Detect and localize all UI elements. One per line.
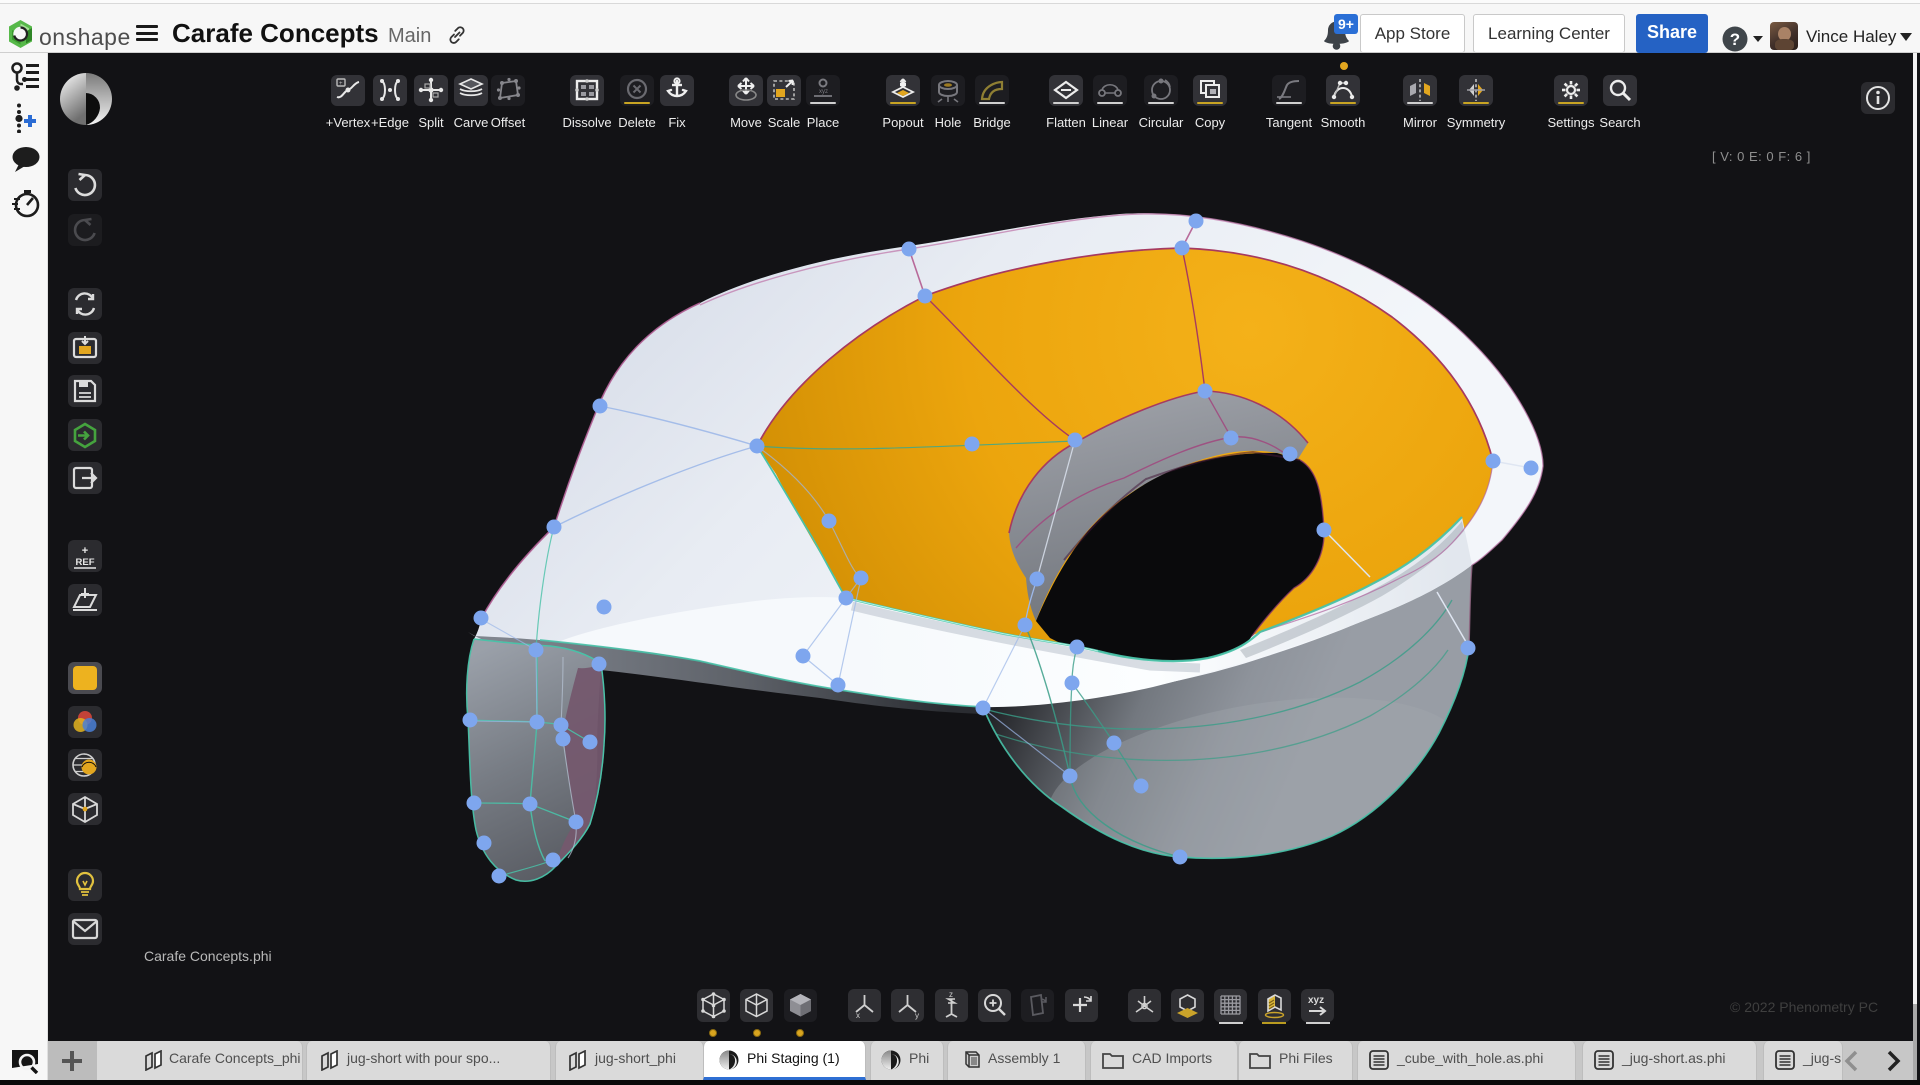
svg-text:z: z	[949, 991, 953, 999]
svg-text:y: y	[915, 1011, 919, 1020]
svg-text:REF: REF	[76, 557, 95, 568]
svg-text:9+: 9+	[1338, 16, 1354, 32]
svg-text:xyz: xyz	[1308, 995, 1324, 1006]
svg-text:+: +	[339, 81, 343, 87]
svg-text:xyz: xyz	[819, 89, 828, 95]
svg-text:x: x	[856, 1011, 860, 1020]
svg-text:?: ?	[1730, 30, 1740, 49]
svg-text:+: +	[82, 545, 88, 557]
